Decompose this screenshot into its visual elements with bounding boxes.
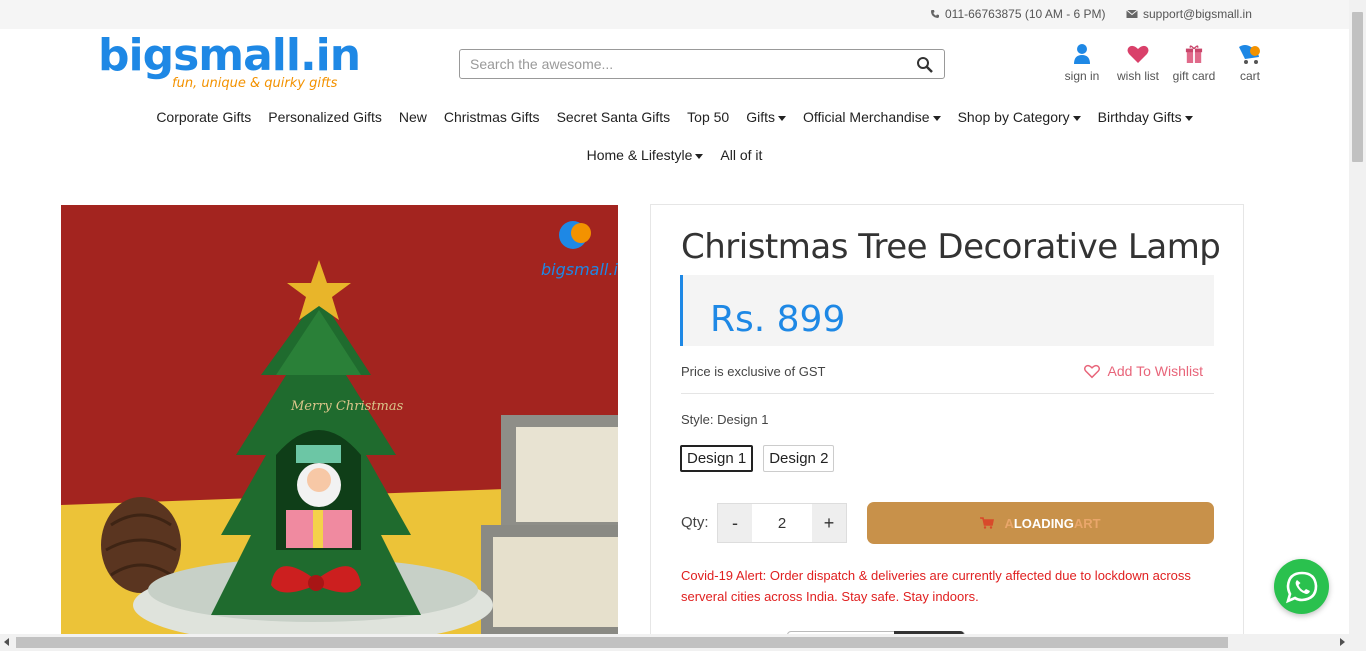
nav-row-2: Home & Lifestyle All of it bbox=[0, 144, 1349, 166]
nav-item-label: New bbox=[398, 109, 427, 125]
nav-item-label: Official Merchandise bbox=[803, 109, 930, 125]
nav-item-official-merchandise[interactable]: Official Merchandise bbox=[803, 106, 941, 128]
caret-down-icon bbox=[932, 115, 941, 121]
tree-text: Merry Christmas bbox=[290, 399, 404, 414]
nav-item-top-50[interactable]: Top 50 bbox=[687, 106, 729, 128]
nav-item-label: Personalized Gifts bbox=[268, 109, 382, 125]
style-label: Style: Design 1 bbox=[681, 412, 769, 427]
nav-item-birthday-gifts[interactable]: Birthday Gifts bbox=[1098, 106, 1193, 128]
nav-item-new[interactable]: New bbox=[399, 106, 427, 128]
gift-card-link[interactable]: gift card bbox=[1166, 43, 1222, 83]
vertical-scrollbar[interactable] bbox=[1349, 0, 1366, 651]
scroll-left-arrow-icon[interactable] bbox=[4, 638, 9, 646]
email-text: support@bigsmall.in bbox=[1143, 7, 1252, 21]
qty-label: Qty: bbox=[681, 514, 709, 531]
nav-item-label: All of it bbox=[720, 147, 763, 163]
search-box bbox=[459, 49, 945, 79]
sign-in-label: sign in bbox=[1064, 69, 1100, 83]
main-nav: Corporate Gifts Personalized Gifts New Chri… bbox=[0, 106, 1349, 166]
style-option-design-1[interactable]: Design 1 bbox=[680, 445, 754, 472]
sign-in-link[interactable]: sign in bbox=[1054, 43, 1110, 83]
horizontal-scrollbar[interactable] bbox=[0, 634, 1349, 651]
nav-item-shop-by-category[interactable]: Shop by Category bbox=[958, 106, 1081, 128]
price-box: Rs. 899 bbox=[680, 275, 1214, 346]
cart-label: cart bbox=[1239, 69, 1260, 83]
heart-icon bbox=[1127, 45, 1149, 63]
whatsapp-button[interactable] bbox=[1274, 559, 1329, 614]
caret-down-icon bbox=[695, 153, 704, 159]
phone-icon bbox=[931, 10, 939, 18]
cart-button-label: ALOADINGART bbox=[1004, 516, 1100, 531]
nav-item-label: Gifts bbox=[746, 109, 775, 125]
gift-card-label: gift card bbox=[1172, 69, 1216, 83]
whatsapp-icon bbox=[1285, 571, 1317, 603]
nav-item-christmas-gifts[interactable]: Christmas Gifts bbox=[444, 106, 540, 128]
logo-text: bigsmall.in bbox=[98, 30, 361, 81]
caret-down-icon bbox=[1184, 115, 1193, 121]
gst-note: Price is exclusive of GST bbox=[681, 364, 826, 379]
product-photo: Merry Christmas bigsmall.in bbox=[61, 205, 618, 635]
nav-item-home-lifestyle[interactable]: Home & Lifestyle bbox=[587, 144, 704, 166]
add-to-cart-button[interactable]: ALOADINGART bbox=[867, 502, 1214, 544]
caret-down-icon bbox=[1072, 115, 1081, 121]
product-image[interactable]: Merry Christmas bigsmall.in bbox=[61, 205, 618, 635]
nav-item-all-of-it[interactable]: All of it bbox=[720, 144, 762, 166]
cart-link[interactable]: cart bbox=[1222, 43, 1278, 83]
nav-item-label: Top 50 bbox=[687, 109, 730, 125]
nav-item-label: Secret Santa Gifts bbox=[556, 109, 671, 125]
top-bar: 011-66763875 (10 AM - 6 PM) support@bigs… bbox=[0, 0, 1349, 29]
search-icon[interactable] bbox=[916, 56, 934, 74]
nav-item-label: Shop by Category bbox=[957, 109, 1070, 125]
logo-tagline: fun, unique & quirky gifts bbox=[172, 76, 338, 91]
heart-outline-icon bbox=[1083, 364, 1100, 378]
site-logo[interactable]: bigsmall.in fun, unique & quirky gifts bbox=[98, 30, 361, 94]
caret-down-icon bbox=[778, 115, 786, 121]
covid-alert: Covid-19 Alert: Order dispatch & deliver… bbox=[681, 568, 1191, 604]
cart-button-suffix: ART bbox=[1073, 515, 1101, 531]
quantity-stepper: - + bbox=[717, 503, 847, 543]
style-option-design-2[interactable]: Design 2 bbox=[763, 445, 835, 472]
cart-icon bbox=[1239, 45, 1260, 64]
add-to-wishlist-button[interactable]: Add To Wishlist bbox=[1083, 363, 1203, 379]
wishlist-text: Add To Wishlist bbox=[1107, 363, 1203, 379]
nav-item-label: Corporate Gifts bbox=[156, 109, 252, 125]
cart-button-icon bbox=[980, 517, 995, 529]
qty-input[interactable] bbox=[752, 504, 812, 542]
phone-text: 011-66763875 (10 AM - 6 PM) bbox=[945, 7, 1106, 21]
phone-contact[interactable]: 011-66763875 (10 AM - 6 PM) bbox=[930, 7, 1106, 21]
product-details: Christmas Tree Decorative Lamp Rs. 899 P… bbox=[650, 204, 1244, 651]
vertical-scroll-thumb[interactable] bbox=[1352, 12, 1363, 162]
qty-increase-button[interactable]: + bbox=[812, 504, 846, 542]
nav-row-1: Corporate Gifts Personalized Gifts New Chri… bbox=[0, 106, 1349, 128]
divider bbox=[681, 393, 1214, 394]
horizontal-scroll-thumb[interactable] bbox=[16, 637, 1228, 648]
nav-item-personalized-gifts[interactable]: Personalized Gifts bbox=[268, 106, 382, 128]
gift-icon bbox=[1185, 45, 1203, 63]
image-watermark: bigsmall.in bbox=[541, 260, 618, 279]
qty-decrease-button[interactable]: - bbox=[718, 504, 752, 542]
wishlist-label: wish list bbox=[1116, 69, 1159, 83]
nav-item-label: Birthday Gifts bbox=[1097, 109, 1182, 125]
nav-item-gifts[interactable]: Gifts bbox=[746, 106, 786, 128]
email-contact[interactable]: support@bigsmall.in bbox=[1126, 7, 1252, 21]
nav-item-corporate-gifts[interactable]: Corporate Gifts bbox=[156, 106, 251, 128]
search-input[interactable] bbox=[460, 50, 900, 78]
nav-item-label: Christmas Gifts bbox=[443, 109, 540, 125]
page: 011-66763875 (10 AM - 6 PM) support@bigs… bbox=[0, 0, 1366, 651]
user-icon bbox=[1074, 44, 1090, 64]
wishlist-link[interactable]: wish list bbox=[1110, 43, 1166, 83]
nav-item-secret-santa-gifts[interactable]: Secret Santa Gifts bbox=[557, 106, 671, 128]
cart-button-prefix: A bbox=[1004, 515, 1014, 531]
scroll-right-arrow-icon[interactable] bbox=[1340, 638, 1345, 646]
style-options: Design 1 Design 2 bbox=[680, 445, 835, 472]
header-icons: sign in wish list gift card cart bbox=[1054, 43, 1278, 83]
nav-item-label: Home & Lifestyle bbox=[586, 147, 693, 163]
mail-icon bbox=[1126, 9, 1138, 18]
cart-button-main: LOADING bbox=[1013, 515, 1074, 531]
product-title: Christmas Tree Decorative Lamp bbox=[681, 227, 1221, 267]
product-price: Rs. 899 bbox=[710, 299, 846, 340]
